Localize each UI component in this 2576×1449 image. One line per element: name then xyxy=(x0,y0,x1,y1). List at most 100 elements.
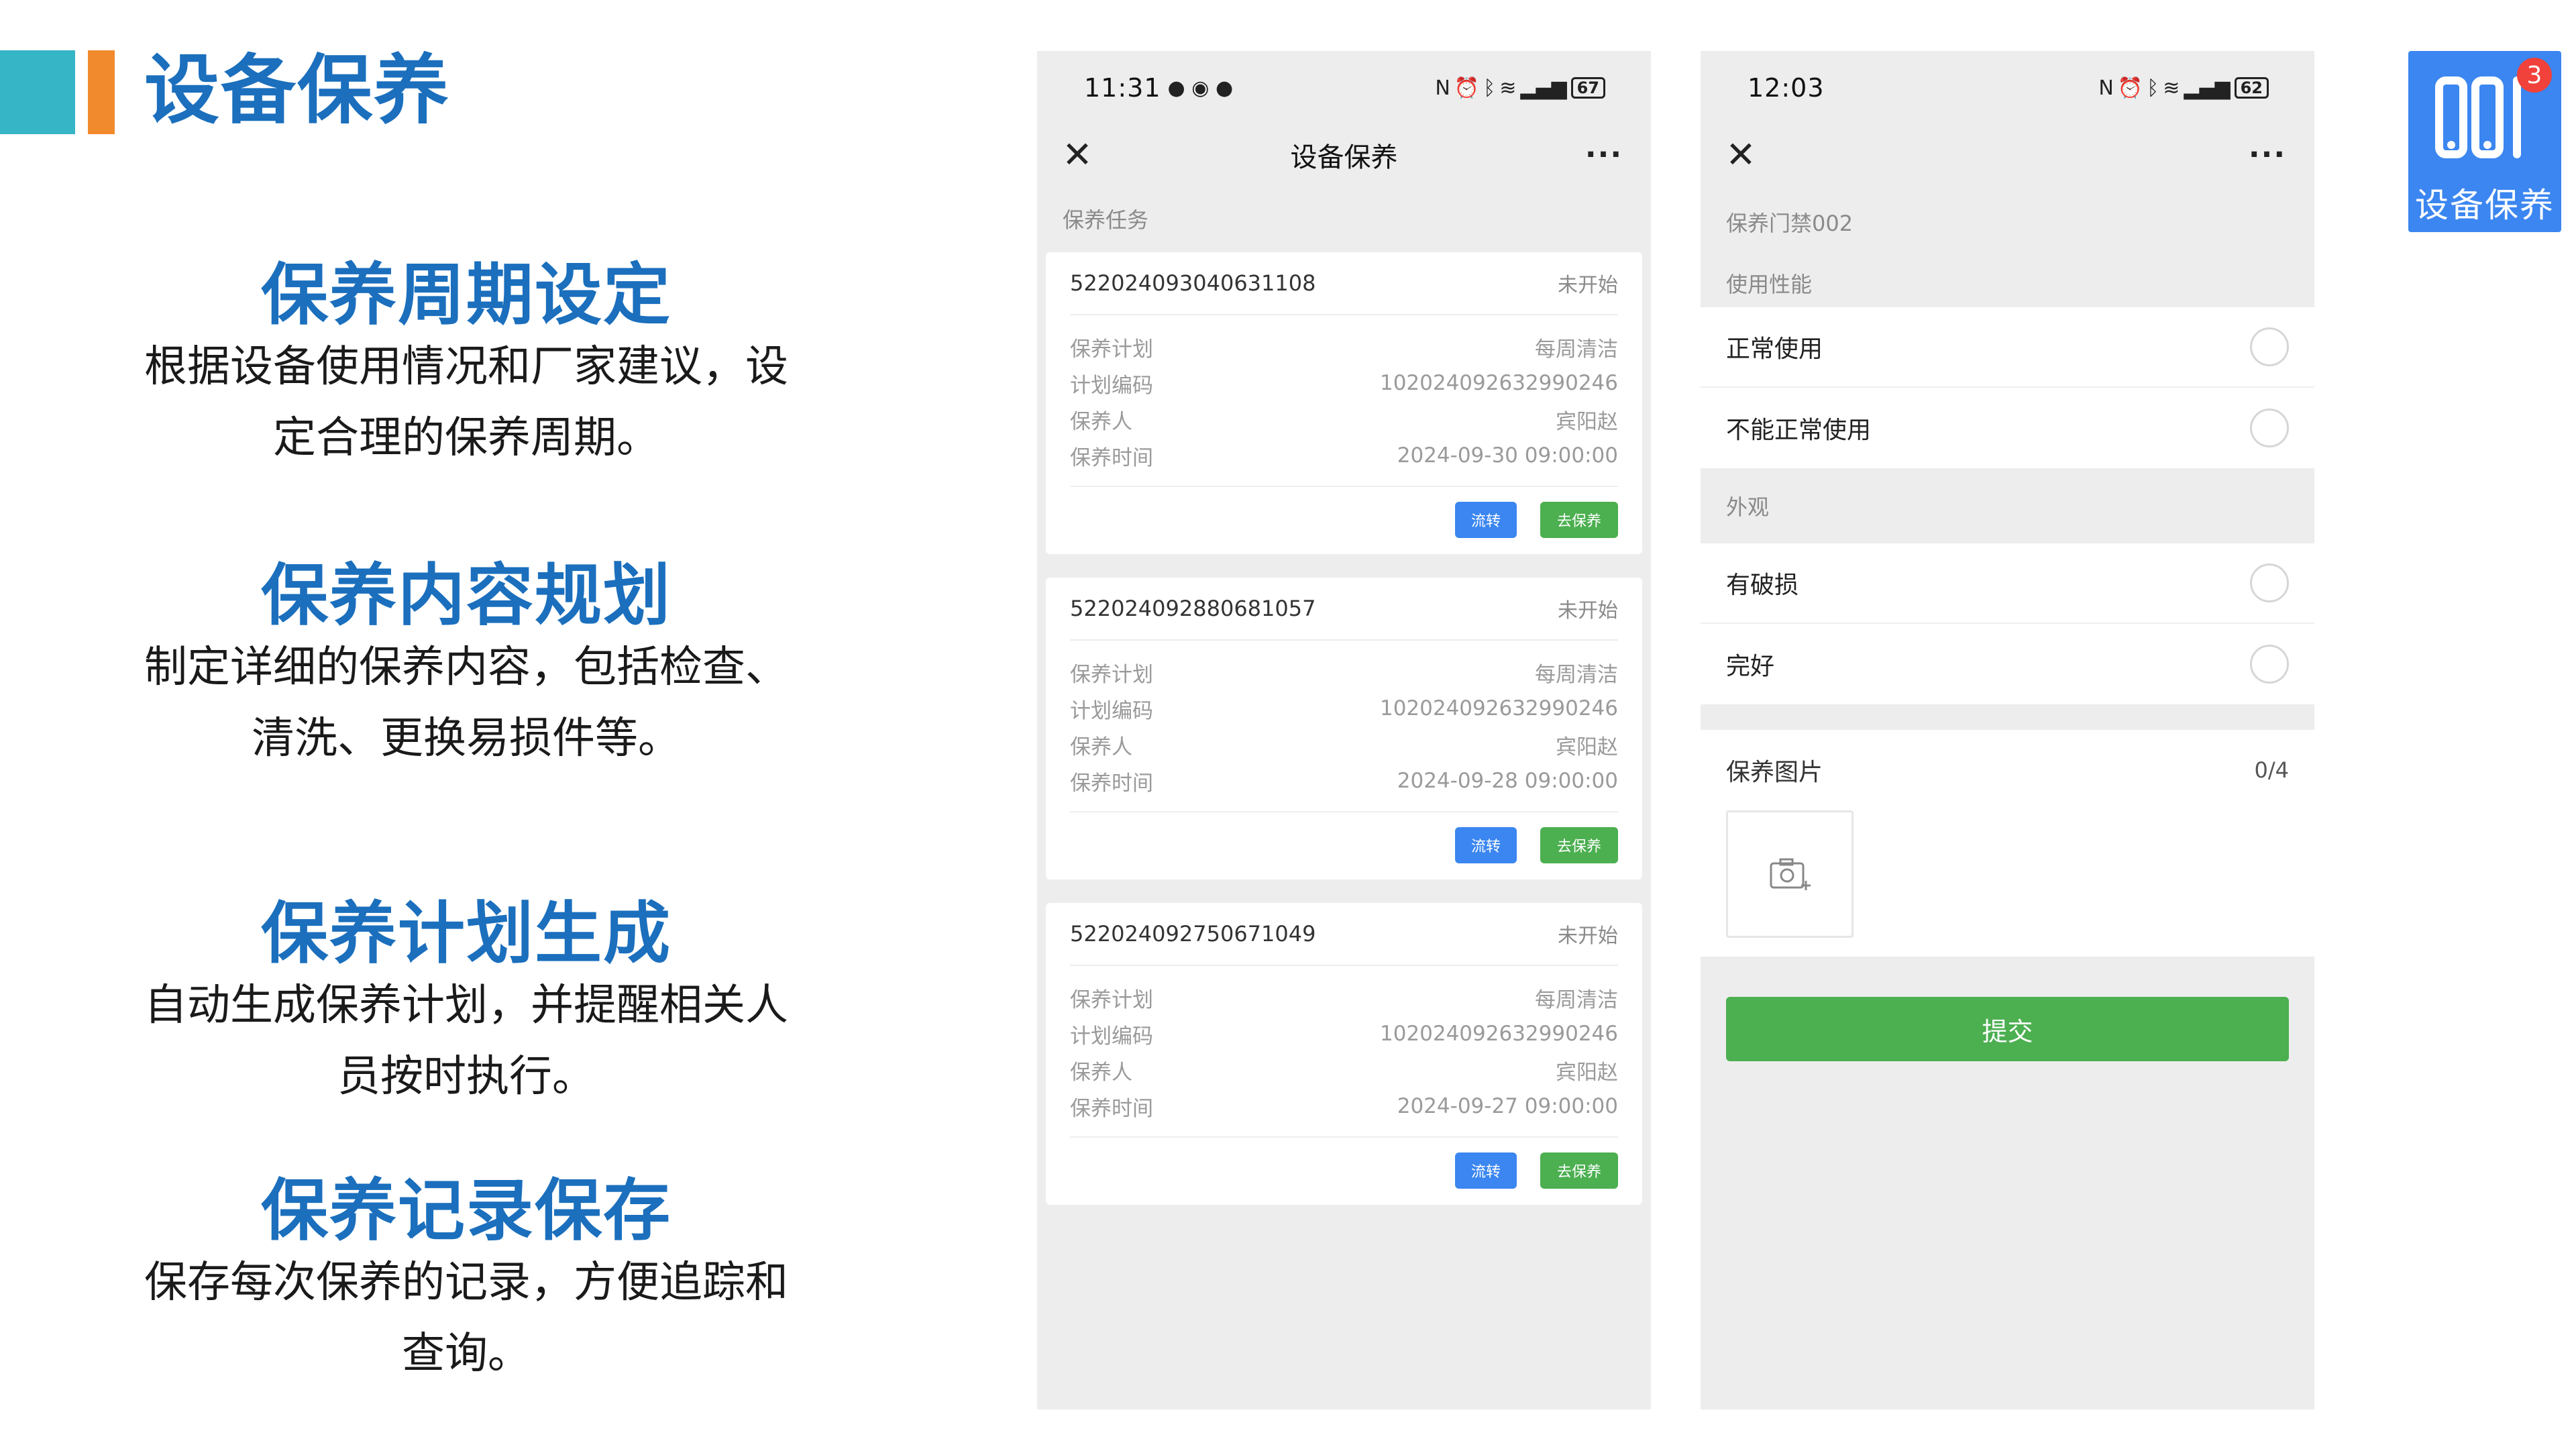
task-status: 未开始 xyxy=(1558,924,1618,948)
wifi-icon: ≋ xyxy=(2163,76,2180,100)
appearance-options: 有破损 完好 xyxy=(1701,543,2314,704)
radio-button[interactable] xyxy=(2250,564,2289,602)
battery-icon: 62 xyxy=(2234,77,2269,99)
row-value: 102024092632990246 xyxy=(1379,1022,1618,1046)
row-label: 保养时间 xyxy=(1070,445,1153,470)
battery-icon: 67 xyxy=(1570,77,1605,99)
option-intact[interactable]: 完好 xyxy=(1701,624,2314,704)
status-time: 12:03 xyxy=(1748,73,1825,103)
wifi-icon: ≋ xyxy=(1499,76,1517,100)
row-value: 2024-09-27 09:00:00 xyxy=(1397,1094,1618,1118)
radio-button[interactable] xyxy=(2250,645,2289,684)
system-icons: N ⏰ ᛒ ≋ ▂▄▆ 67 xyxy=(1435,76,1605,100)
camera-add-icon xyxy=(1770,858,1811,890)
notification-badge: 3 xyxy=(2517,58,2552,93)
option-label: 有破损 xyxy=(1726,572,1799,599)
signal-icon: ▂▄▆ xyxy=(2184,76,2231,100)
task-card[interactable]: 522024092750671049 未开始 保养计划 每周清洁 计划编码 1020… xyxy=(1046,903,1642,1205)
feature-desc: 根据设备使用情况和厂家建议，设定合理的保养周期。 xyxy=(144,342,788,463)
feature-plan: 保养计划生成 自动生成保养计划，并提醒相关人员按时执行。 xyxy=(107,894,825,1112)
option-abnormal[interactable]: 不能正常使用 xyxy=(1701,388,2314,468)
row-label: 保养时间 xyxy=(1070,1096,1153,1121)
nav-bar: ✕ ··· xyxy=(1701,125,2314,185)
more-icon[interactable]: ··· xyxy=(2241,135,2294,175)
row-value: 102024092632990246 xyxy=(1379,696,1618,720)
phone-task-list: 11:31 ● ◉ ● N ⏰ ᛒ ≋ ▂▄▆ 67 ✕ 设备保养 ··· 保养… xyxy=(1037,51,1651,1409)
row-label: 保养人 xyxy=(1070,1060,1132,1085)
section-label: 保养任务 xyxy=(1063,207,1149,233)
maintenance-icon xyxy=(2435,76,2521,158)
radio-button[interactable] xyxy=(2250,409,2289,447)
row-label: 保养计划 xyxy=(1070,337,1153,362)
signal-icon: ▂▄▆ xyxy=(1520,76,1567,100)
group-label-performance: 使用性能 xyxy=(1726,272,1813,297)
header-accent-teal xyxy=(0,50,75,134)
option-label: 完好 xyxy=(1726,653,1775,680)
photo-label: 保养图片 xyxy=(1726,759,1823,786)
option-damaged[interactable]: 有破损 xyxy=(1701,543,2314,624)
bluetooth-icon: ᛒ xyxy=(1483,76,1496,100)
alarm-icon: ⏰ xyxy=(2117,76,2143,100)
feature-title: 保养记录保存 xyxy=(261,1171,672,1250)
feature-record: 保养记录保存 保存每次保养的记录，方便追踪和查询。 xyxy=(107,1171,825,1389)
go-maintain-button[interactable]: 去保养 xyxy=(1540,827,1618,863)
row-label: 保养人 xyxy=(1070,735,1132,759)
go-maintain-button[interactable]: 去保养 xyxy=(1540,1152,1618,1189)
transfer-button[interactable]: 流转 xyxy=(1455,827,1517,863)
feature-cycle: 保养周期设定 根据设备使用情况和厂家建议，设定合理的保养周期。 xyxy=(107,255,825,474)
row-label: 计划编码 xyxy=(1070,1024,1153,1049)
task-status: 未开始 xyxy=(1558,274,1618,297)
row-value: 每周清洁 xyxy=(1535,662,1618,687)
transfer-button[interactable]: 流转 xyxy=(1455,502,1517,538)
task-card[interactable]: 522024092880681057 未开始 保养计划 每周清洁 计划编码 1020… xyxy=(1046,578,1642,879)
option-normal[interactable]: 正常使用 xyxy=(1701,307,2314,388)
photo-upload-button[interactable] xyxy=(1726,810,1854,938)
close-icon[interactable]: ✕ xyxy=(1721,135,1761,175)
row-value: 2024-09-30 09:00:00 xyxy=(1397,443,1618,468)
row-label: 保养计划 xyxy=(1070,662,1153,687)
feature-desc: 制定详细的保养内容，包括检查、清洗、更换易损件等。 xyxy=(144,643,788,763)
submit-button[interactable]: 提交 xyxy=(1726,997,2289,1061)
option-label: 正常使用 xyxy=(1726,335,1823,363)
row-value: 宾阳赵 xyxy=(1556,735,1618,759)
feature-title: 保养计划生成 xyxy=(261,894,672,973)
row-value: 宾阳赵 xyxy=(1556,409,1618,434)
task-id: 522024092880681057 xyxy=(1070,596,1316,621)
feature-title: 保养内容规划 xyxy=(261,556,672,635)
photo-count: 0/4 xyxy=(2254,757,2290,783)
row-value: 宾阳赵 xyxy=(1556,1060,1618,1085)
row-value: 每周清洁 xyxy=(1535,987,1618,1012)
app-icon-label: 设备保养 xyxy=(2415,186,2555,225)
performance-options: 正常使用 不能正常使用 xyxy=(1701,307,2314,468)
feature-title: 保养周期设定 xyxy=(261,256,672,334)
nfc-icon: N xyxy=(1435,76,1450,100)
transfer-button[interactable]: 流转 xyxy=(1455,1152,1517,1189)
option-label: 不能正常使用 xyxy=(1726,417,1872,444)
notification-icons: ● ◉ ● xyxy=(1167,76,1234,100)
more-icon[interactable]: ··· xyxy=(1577,135,1631,175)
row-label: 计划编码 xyxy=(1070,373,1153,398)
row-value: 102024092632990246 xyxy=(1379,371,1618,395)
task-id: 522024093040631108 xyxy=(1070,270,1316,296)
task-status: 未开始 xyxy=(1558,599,1618,623)
task-card[interactable]: 522024093040631108 未开始 保养计划 每周清洁 计划编码 1020… xyxy=(1046,252,1642,554)
row-label: 计划编码 xyxy=(1070,698,1153,723)
alarm-icon: ⏰ xyxy=(1454,76,1480,100)
row-label: 保养时间 xyxy=(1070,771,1153,796)
device-label: 保养门禁002 xyxy=(1726,211,1854,236)
row-label: 保养人 xyxy=(1070,409,1132,434)
nav-bar: ✕ 设备保养 ··· xyxy=(1037,125,1651,185)
close-icon[interactable]: ✕ xyxy=(1057,135,1097,175)
task-id: 522024092750671049 xyxy=(1070,921,1316,947)
bluetooth-icon: ᛒ xyxy=(2147,76,2159,100)
nfc-icon: N xyxy=(2098,76,2114,100)
status-time: 11:31 xyxy=(1084,73,1161,103)
system-icons: N ⏰ ᛒ ≋ ▂▄▆ 62 xyxy=(2098,76,2269,100)
phone-maintain-form: 12:03 N ⏰ ᛒ ≋ ▂▄▆ 62 ✕ ··· 保养门禁002 使用性能 … xyxy=(1701,51,2314,1409)
radio-button[interactable] xyxy=(2250,327,2289,366)
status-bar: 11:31 ● ◉ ● N ⏰ ᛒ ≋ ▂▄▆ 67 xyxy=(1037,51,1651,125)
row-value: 2024-09-28 09:00:00 xyxy=(1397,769,1618,793)
nav-title: 设备保养 xyxy=(1290,142,1398,173)
task-list: 522024093040631108 未开始 保养计划 每周清洁 计划编码 1020… xyxy=(1037,252,1651,1205)
go-maintain-button[interactable]: 去保养 xyxy=(1540,502,1618,538)
